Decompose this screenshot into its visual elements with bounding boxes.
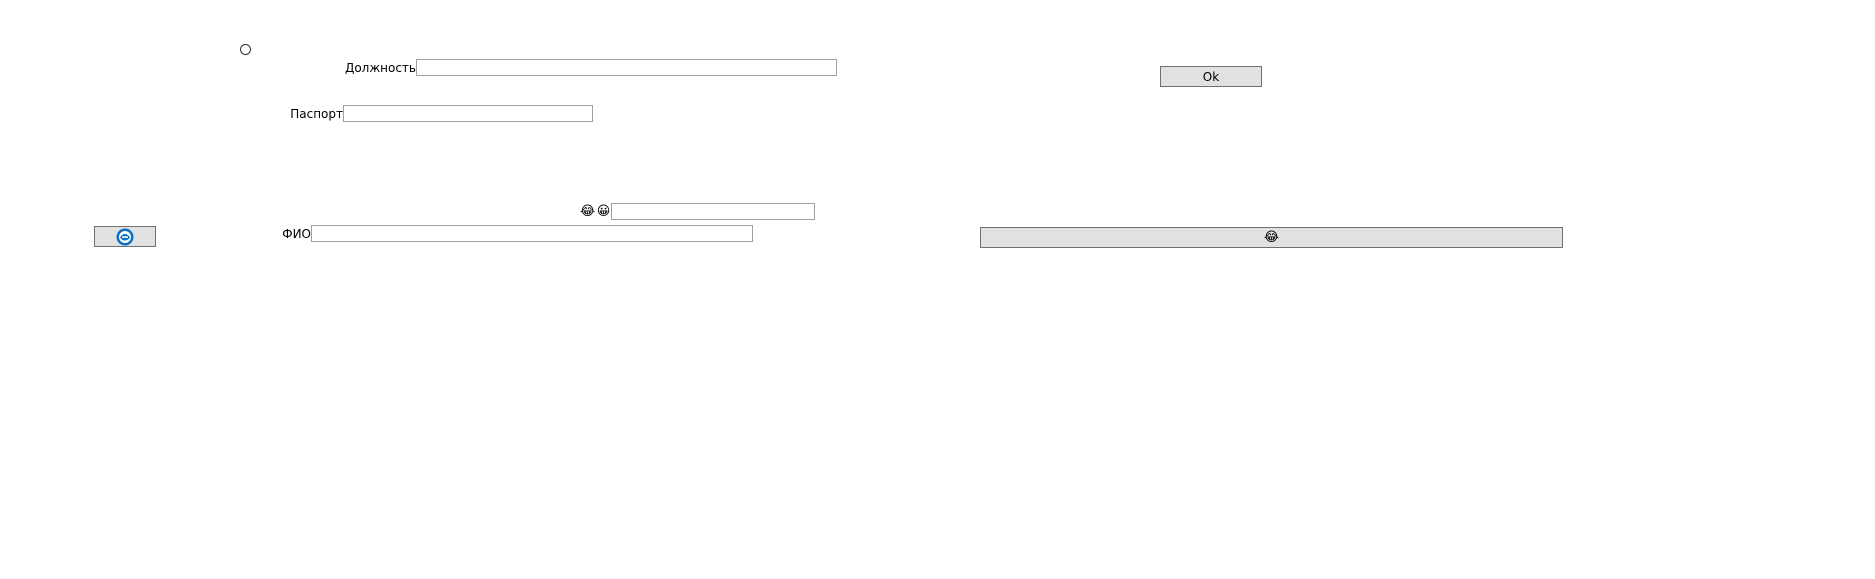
laughing-emoji-icon: 😂 bbox=[580, 204, 596, 219]
extra-input[interactable] bbox=[611, 203, 815, 220]
fio-label: ФИО bbox=[282, 227, 311, 241]
radio-button[interactable] bbox=[240, 44, 251, 55]
laughing-emoji-icon: 😂 bbox=[1263, 230, 1280, 245]
position-label: Должность bbox=[344, 61, 416, 75]
ok-button[interactable]: Ok bbox=[1160, 66, 1262, 87]
passport-label: Паспорт bbox=[290, 107, 343, 121]
passport-input[interactable] bbox=[343, 105, 593, 122]
position-input[interactable] bbox=[416, 59, 837, 76]
logo-button[interactable] bbox=[94, 226, 156, 247]
blue-round-logo-icon bbox=[116, 228, 134, 246]
fio-input[interactable] bbox=[311, 225, 753, 242]
wide-emoji-button[interactable]: 😂 bbox=[980, 227, 1563, 248]
grinning-emoji-icon: 😀 bbox=[596, 204, 611, 219]
